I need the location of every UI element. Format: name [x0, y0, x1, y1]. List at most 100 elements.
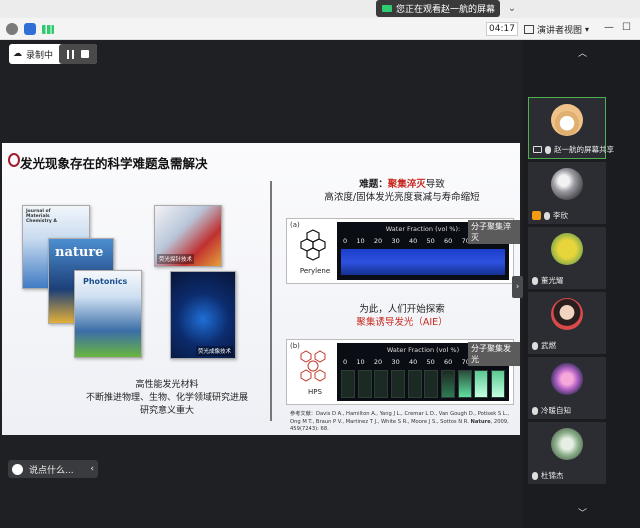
scale-tick: 30 [391, 358, 400, 366]
slide-title: 发光现象存在的科学难题急需解决 [20, 156, 208, 171]
meeting-toolbar: 04:17 演讲者视图 ▾ — ☐ [0, 18, 640, 40]
participant-tile[interactable]: 董光耀 [528, 227, 606, 289]
aie-highlight: 聚集诱导发光（AIE） [356, 317, 448, 328]
pause-icon[interactable] [67, 49, 75, 59]
host-icon [532, 211, 541, 220]
scale-tick: 10 [356, 358, 365, 366]
participant-tile[interactable]: 杜锦杰 [528, 422, 606, 484]
avatar [551, 104, 583, 136]
cover-title: Photonics [83, 277, 128, 286]
scale-tick: 60 [444, 237, 453, 245]
top-system-bar [0, 0, 640, 18]
vial [424, 370, 439, 398]
vial-row [341, 370, 505, 398]
participant-name-row: 冷暖自知 [532, 405, 571, 416]
maximize-icon[interactable]: ☐ [622, 22, 631, 33]
screen-share-notice[interactable]: 您正在观看赵一航的屏幕 [376, 0, 500, 17]
info-icon[interactable] [6, 23, 18, 35]
vial [457, 370, 472, 398]
vial [407, 370, 422, 398]
recording-label: 录制中 [26, 50, 54, 61]
caption-line: 研究意义重大 [139, 406, 194, 416]
recording-controls [59, 44, 97, 64]
caption-line: 不断推进物理、生物、化学领域研究进展 [85, 393, 248, 403]
problem-highlight: 聚集淬灭 [387, 179, 426, 190]
cloud-record-icon: ☁ [13, 49, 22, 59]
participant-name-row: 杜锦杰 [532, 470, 564, 481]
participant-tile[interactable]: 武燃 [528, 292, 606, 354]
vial [357, 370, 372, 398]
vertical-divider [270, 181, 272, 421]
share-notice-text: 您正在观看赵一航的屏幕 [396, 5, 496, 15]
scale-tick: 40 [408, 237, 418, 245]
problem-detail: 高浓度/固体发光亮度衰减与寿命缩短 [324, 192, 480, 203]
fluorescent-imaging-image: 荧光成像技术 [170, 271, 236, 359]
participant-name: 杜锦杰 [541, 471, 564, 480]
emoji-icon[interactable] [12, 463, 23, 475]
aggregation-emission-tag: 分子聚集发光 [468, 342, 520, 366]
sidebar-toggle-chevron-icon[interactable]: › [512, 276, 523, 298]
shield-icon[interactable] [24, 23, 36, 35]
reference-prefix: 参考文献： [290, 411, 316, 417]
vial [341, 370, 355, 398]
reference-citation: 参考文献：Davis D A., Hamilton A., Yang J L.,… [290, 411, 516, 434]
view-mode-button[interactable]: 演讲者视图 ▾ [524, 22, 589, 36]
chevron-up-icon[interactable]: ︿ [578, 46, 587, 59]
avatar [551, 233, 583, 265]
chat-placeholder: 说点什么... [29, 465, 74, 476]
cover-tag: 荧光探针技术 [157, 254, 195, 264]
perylene-structure-icon [300, 229, 326, 261]
reference-journal: Nature [470, 418, 491, 425]
problem-suffix: 导致 [425, 179, 445, 190]
quenched-fluorescence-bar [341, 249, 505, 275]
avatar [551, 428, 583, 460]
participant-name-row: 李欣 [532, 210, 568, 221]
participant-tile[interactable]: 李欣 [528, 162, 606, 224]
participant-tile[interactable]: 冷暖自知 [528, 357, 606, 419]
meeting-timer: 04:17 [486, 22, 518, 36]
scale-tick: 0 [343, 237, 348, 245]
journal-cover-photonics: Photonics [74, 270, 142, 358]
mic-muted-icon [532, 471, 538, 480]
mic-muted-icon [532, 341, 538, 350]
grid-view-icon [524, 24, 534, 34]
avatar [551, 298, 583, 330]
aie-statement: 为此，人们开始探索 聚集诱导发光（AIE） [292, 303, 512, 329]
quenching-tag: 分子聚集淬灭 [468, 220, 520, 244]
scale-tick: 40 [408, 358, 418, 366]
mic-muted-icon [532, 276, 538, 285]
participant-name-row: 董光耀 [532, 275, 564, 286]
scale-tick: 20 [373, 358, 383, 366]
chevron-down-icon[interactable]: ⌄ [506, 3, 518, 15]
problem-prefix: 难题： [359, 179, 388, 190]
chat-input[interactable]: 说点什么... ‹ [8, 460, 98, 478]
mic-muted-icon [532, 406, 538, 415]
molecule-name: Perylene [299, 267, 331, 275]
molecule-name: HPS [308, 388, 322, 396]
fluorescent-probe-image: 荧光探针技术 [154, 205, 222, 267]
avatar [551, 168, 583, 200]
scale-tick: 60 [444, 358, 453, 366]
vial [390, 370, 405, 398]
presentation-slide: 发光现象存在的科学难题急需解决 Journal of Materials Che… [2, 143, 520, 435]
screen-share-icon [533, 146, 542, 153]
vial [374, 370, 389, 398]
chevron-down-icon[interactable]: ﹀ [578, 506, 587, 519]
caption-line: 高性能发光材料 [135, 380, 199, 390]
minimize-icon[interactable]: — [604, 22, 614, 33]
scale-tick: 10 [356, 237, 365, 245]
hps-structure-icon [300, 350, 326, 382]
view-mode-label: 演讲者视图 [537, 25, 583, 36]
participant-tile[interactable]: 赵一航的屏幕共享 [528, 97, 614, 159]
signal-strength-icon [42, 25, 54, 34]
participant-name: 李欣 [553, 211, 568, 220]
left-caption: 高性能发光材料 不断推进物理、生物、化学领域研究进展 研究意义重大 [82, 379, 252, 418]
stop-icon[interactable] [80, 50, 89, 58]
chevron-down-icon: ▾ [585, 24, 590, 34]
cover-title: nature [55, 245, 104, 260]
vial [490, 370, 505, 398]
participant-name: 冷暖自知 [541, 406, 571, 415]
participant-name: 赵一航的屏幕共享 [554, 145, 614, 154]
scale-tick: 20 [373, 237, 383, 245]
chevron-left-icon[interactable]: ‹ [90, 464, 94, 474]
